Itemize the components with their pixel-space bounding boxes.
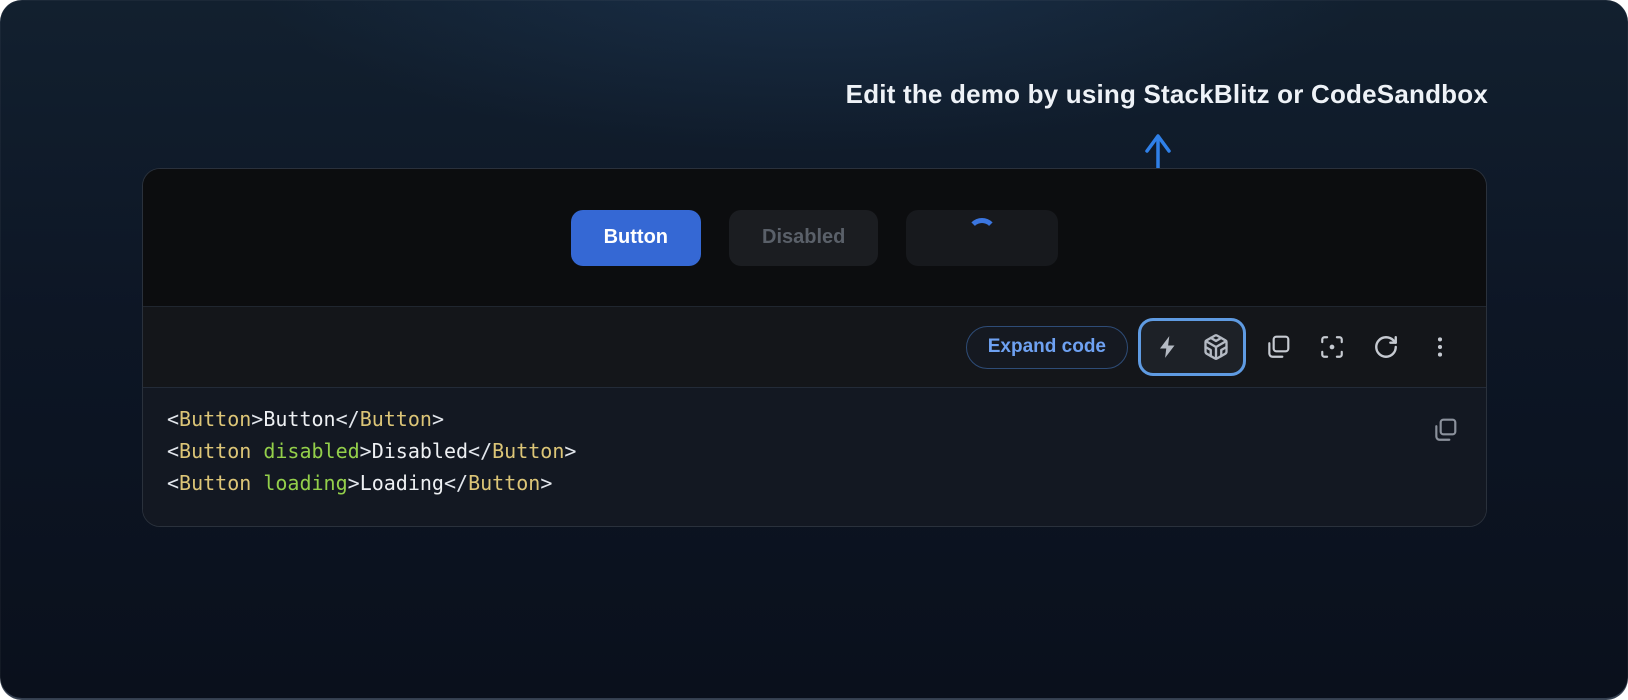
more-actions-button[interactable] xyxy=(1418,325,1462,369)
sandbox-buttons-highlight xyxy=(1138,318,1246,376)
codesandbox-button[interactable] xyxy=(1194,325,1238,369)
demo-button-disabled: Disabled xyxy=(729,210,878,266)
refresh-icon xyxy=(1373,334,1399,360)
expand-code-button[interactable]: Expand code xyxy=(966,326,1128,369)
focus-icon xyxy=(1319,334,1345,360)
spinner-icon xyxy=(967,218,997,248)
refresh-demo-button[interactable] xyxy=(1364,325,1408,369)
codesandbox-icon xyxy=(1202,333,1230,361)
demo-button-primary[interactable]: Button xyxy=(571,210,701,266)
code-line: <Button>Button</Button> xyxy=(167,403,1462,435)
stackblitz-icon xyxy=(1155,334,1181,360)
demo-card: Button Disabled Expand code xyxy=(142,168,1487,527)
demo-toolbar: Expand code xyxy=(143,306,1486,388)
more-icon xyxy=(1427,334,1453,360)
copy-icon xyxy=(1265,334,1291,360)
copy-code-button[interactable] xyxy=(1429,415,1461,447)
annotation-heading: Edit the demo by using StackBlitz or Cod… xyxy=(846,79,1488,110)
demo-button-loading xyxy=(906,210,1058,266)
isolate-demo-button[interactable] xyxy=(1310,325,1354,369)
code-block: <Button>Button</Button><Button disabled>… xyxy=(167,403,1462,499)
code-panel: <Button>Button</Button><Button disabled>… xyxy=(143,388,1486,526)
demo-preview-area: Button Disabled xyxy=(143,169,1486,306)
code-line: <Button disabled>Disabled</Button> xyxy=(167,435,1462,467)
code-line: <Button loading>Loading</Button> xyxy=(167,467,1462,499)
copy-icon xyxy=(1432,417,1458,446)
stackblitz-button[interactable] xyxy=(1146,325,1190,369)
copy-source-button[interactable] xyxy=(1256,325,1300,369)
screenshot-root: Edit the demo by using StackBlitz or Cod… xyxy=(0,0,1628,700)
